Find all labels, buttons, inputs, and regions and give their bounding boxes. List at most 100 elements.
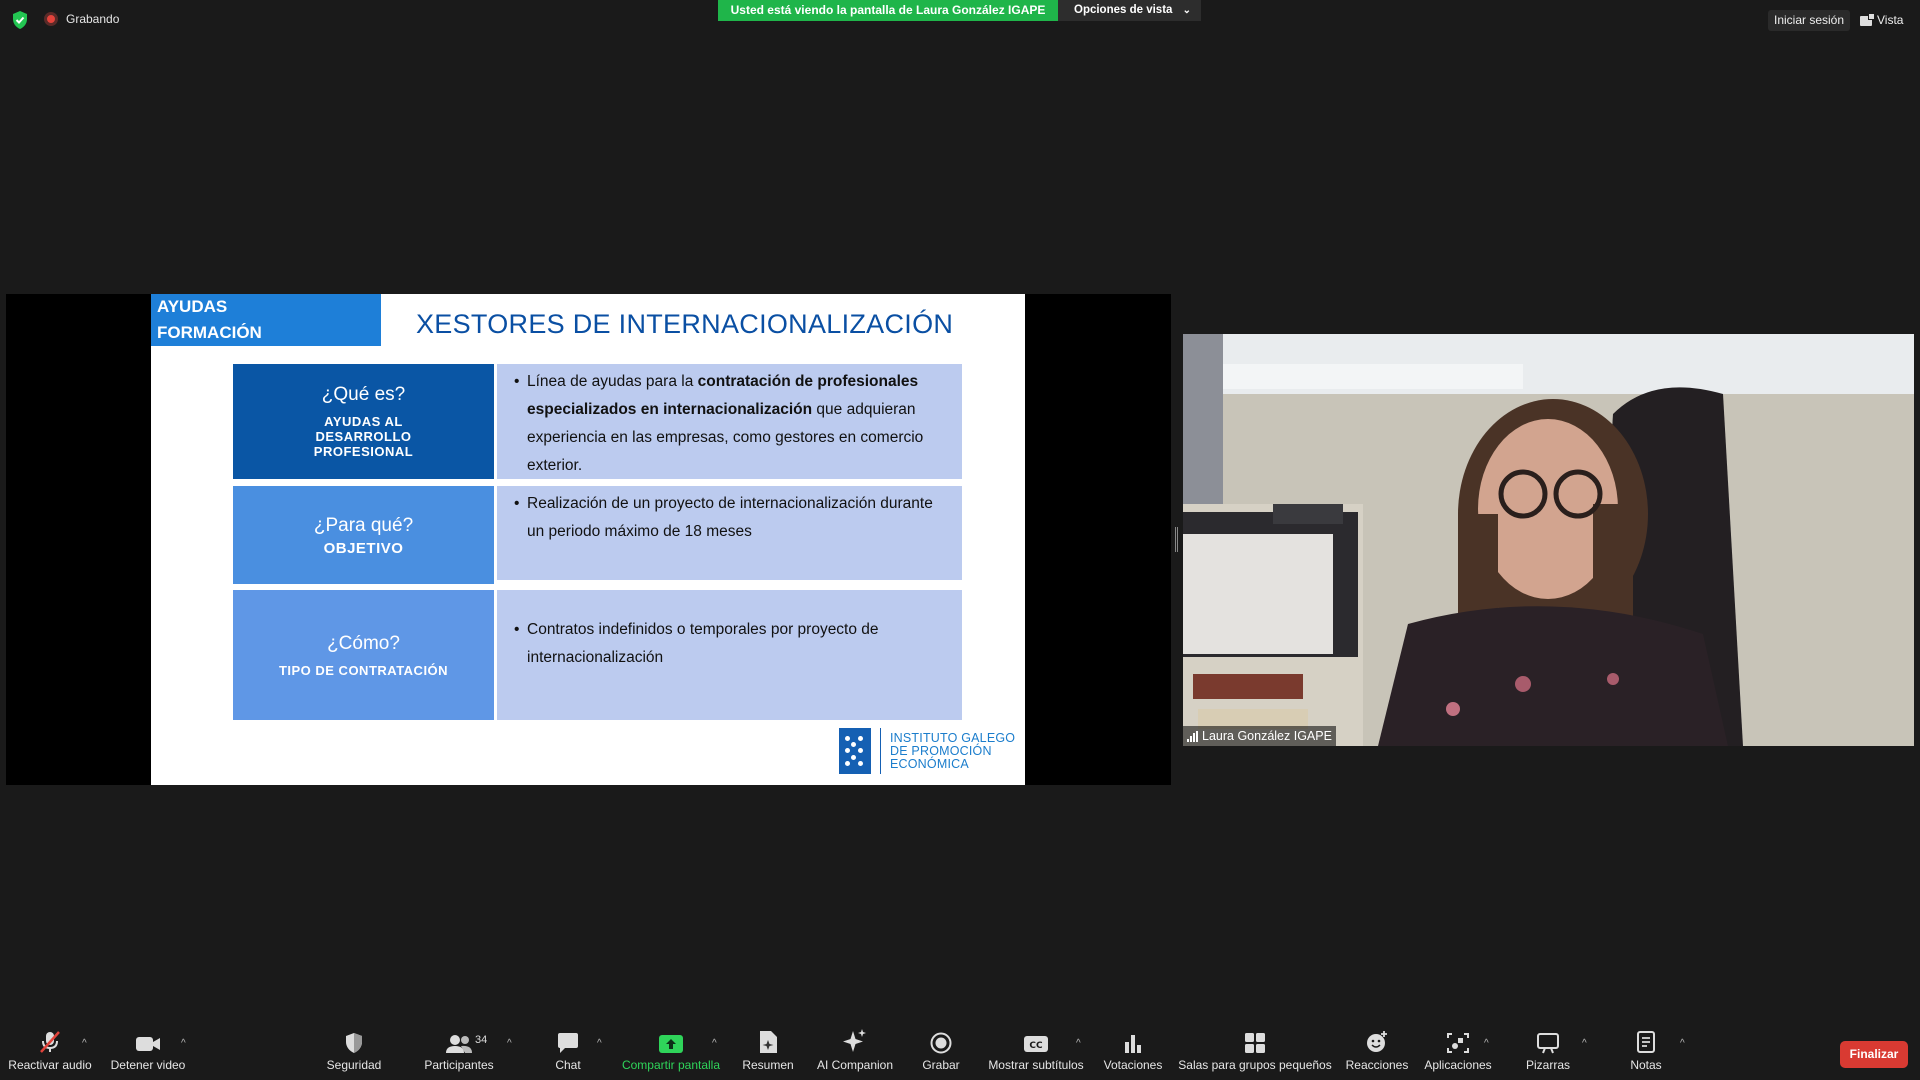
row-header-cell: ¿Para qué? OBJETIVO [233,486,494,584]
microphone-muted-icon [8,1024,92,1054]
chat-bubble-icon [538,1024,598,1054]
shared-screen[interactable]: AYUDAS FORMACIÓN XESTORES DE INTERNACION… [6,294,1171,785]
svg-text:CC: CC [1029,1041,1043,1051]
view-layout-icon [1860,12,1875,26]
captions-label: Mostrar subtítulos [988,1058,1084,1072]
recording-label: Grabando [66,12,120,26]
captions-button[interactable]: CC Mostrar subtítulos [988,1024,1084,1080]
view-button[interactable]: Vista [1860,10,1903,31]
slide-title: XESTORES DE INTERNACIONALIZACIÓN [416,309,954,339]
reactions-label: Reacciones [1345,1058,1409,1072]
record-button[interactable]: Grabar [916,1024,966,1080]
slide-tag: AYUDAS FORMACIÓN [151,294,381,346]
participants-button[interactable]: Participantes [418,1024,500,1080]
resize-handle[interactable] [1175,527,1178,552]
ai-companion-label: AI Companion [816,1058,894,1072]
bar-chart-icon [1102,1024,1164,1054]
slide-row: ¿Cómo? TIPO DE CONTRATACIÓN Contratos in… [233,590,962,720]
unmute-label: Reactivar audio [8,1058,92,1072]
view-options-label: Opciones de vista [1074,4,1173,16]
top-bar: Grabando Usted está viendo la pantalla d… [0,0,1920,40]
security-button[interactable]: Seguridad [314,1024,394,1080]
apps-options-caret[interactable]: ^ [1484,1038,1489,1049]
notes-label: Notas [1630,1058,1662,1072]
recording-indicator[interactable]: Grabando [44,12,119,26]
breakout-rooms-button[interactable]: Salas para grupos pequeños [1178,1024,1332,1080]
row-subtitle: OBJETIVO [323,539,404,557]
view-options-dropdown[interactable]: Opciones de vista ⌄ [1058,0,1201,21]
participants-label: Participantes [424,1058,494,1072]
closed-captions-icon: CC [988,1024,1084,1054]
slide-row: ¿Qué es? AYUDAS AL DESARROLLO PROFESIONA… [233,364,962,479]
row-text-start: Línea de ayudas para la [527,373,698,390]
chat-options-caret[interactable]: ^ [597,1038,602,1049]
polls-label: Votaciones [1103,1058,1163,1072]
presentation-slide: AYUDAS FORMACIÓN XESTORES DE INTERNACION… [151,294,1025,785]
record-icon [916,1024,966,1054]
ai-companion-button[interactable]: AI Companion [810,1024,900,1080]
grid-icon [1178,1024,1332,1054]
logo-line2: DE PROMOCIÓN [890,743,992,758]
chevron-down-icon: ⌄ [1182,5,1191,16]
apps-label: Aplicaciones [1424,1058,1492,1072]
logo-line3: ECONÓMICA [890,756,969,771]
participants-options-caret[interactable]: ^ [507,1038,512,1049]
slide-tag-line1: AYUDAS [157,297,228,316]
participants-icon [418,1024,500,1054]
row-question: ¿Qué es? [321,384,406,405]
share-screen-label: Compartir pantalla [621,1058,721,1072]
summary-button[interactable]: Resumen [736,1024,800,1080]
login-button[interactable]: Iniciar sesión [1768,10,1851,31]
view-label: Vista [1877,13,1904,27]
notes-options-caret[interactable]: ^ [1680,1038,1685,1049]
participant-video-frame [1183,334,1914,746]
row-subtitle: TIPO DE CONTRATACIÓN [278,662,449,678]
share-screen-icon [618,1024,724,1054]
whiteboards-options-caret[interactable]: ^ [1582,1038,1587,1049]
row-header-cell: ¿Cómo? TIPO DE CONTRATACIÓN [233,590,494,720]
encryption-shield-icon[interactable] [12,11,28,29]
participants-count: 34 [475,1034,488,1046]
share-options-caret[interactable]: ^ [712,1038,717,1049]
slide-tag-line2: FORMACIÓN [157,323,262,342]
end-meeting-button[interactable]: Finalizar [1840,1041,1908,1068]
video-options-caret[interactable]: ^ [181,1038,186,1049]
sparkle-icon [810,1024,900,1054]
logo-text: INSTITUTO GALEGO DE PROMOCIÓN ECONÓMICA [890,730,1016,771]
row-header-cell: ¿Qué es? AYUDAS AL DESARROLLO PROFESIONA… [233,364,494,479]
signal-strength-icon [1187,730,1198,742]
whiteboard-icon [1518,1024,1578,1054]
summary-label: Resumen [742,1058,794,1072]
whiteboards-label: Pizarras [1525,1058,1570,1072]
row-question: ¿Cómo? [327,632,400,654]
audio-options-caret[interactable]: ^ [82,1038,87,1049]
chat-label: Chat [555,1058,581,1072]
participant-name: Laura González IGAPE [1202,729,1332,743]
participant-name-tag: Laura González IGAPE [1183,726,1336,746]
apps-button[interactable]: Aplicaciones [1420,1024,1496,1080]
unmute-button[interactable]: Reactivar audio [8,1024,92,1080]
captions-options-caret[interactable]: ^ [1076,1038,1081,1049]
meeting-toolbar: Reactivar audio ^ Detener video ^ Seguri… [0,1024,1920,1080]
reactions-button[interactable]: Reacciones [1344,1024,1410,1080]
share-screen-button[interactable]: Compartir pantalla [618,1024,724,1080]
record-label: Grabar [922,1058,960,1072]
participant-video-tile[interactable]: Laura González IGAPE [1183,334,1914,746]
smiley-icon [1344,1024,1410,1054]
chat-button[interactable]: Chat [538,1024,598,1080]
logo-line1: INSTITUTO GALEGO [890,730,1016,745]
stop-video-button[interactable]: Detener video [108,1024,188,1080]
recording-dot-icon [44,12,58,26]
galicia-shield-icon [839,728,871,774]
video-camera-icon [108,1024,188,1054]
summary-document-icon [736,1024,800,1054]
slide-row: ¿Para qué? OBJETIVO Realización de un pr… [233,486,962,584]
whiteboards-button[interactable]: Pizarras [1518,1024,1578,1080]
row-content-cell: Realización de un proyecto de internacio… [497,486,962,580]
notes-button[interactable]: Notas [1616,1024,1676,1080]
polls-button[interactable]: Votaciones [1102,1024,1164,1080]
row-subtitle: AYUDAS AL DESARROLLO PROFESIONAL [313,414,414,459]
security-label: Seguridad [326,1058,382,1072]
igape-logo: INSTITUTO GALEGO DE PROMOCIÓN ECONÓMICA [839,728,1015,774]
row-question: ¿Para qué? [313,514,414,536]
